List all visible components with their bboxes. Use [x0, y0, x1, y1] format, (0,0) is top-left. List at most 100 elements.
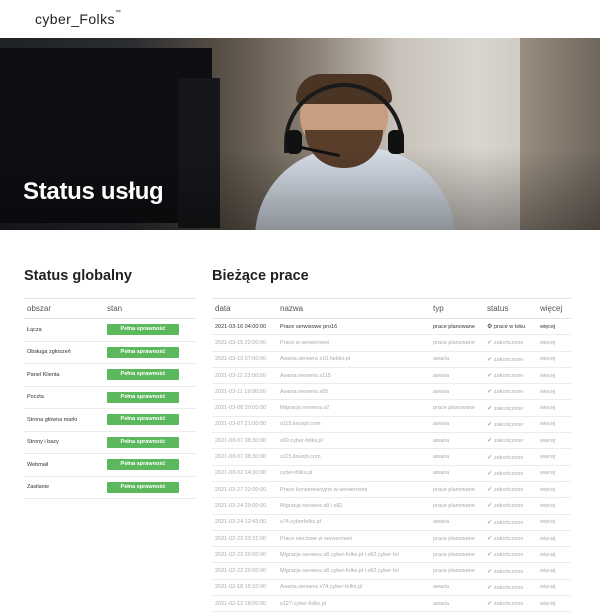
status-badge: Pełna sprawność: [107, 414, 179, 426]
global-status-table: obszar stan Łącza Pełna sprawność Obsługa …: [24, 298, 196, 499]
table-row: 2021-03-07 08:30:00 s115.linuxpl.com awari…: [212, 448, 571, 466]
more-link[interactable]: więcej: [537, 497, 571, 515]
work-type: awaria: [430, 514, 484, 531]
checkmark-icon: ✔: [487, 487, 493, 494]
work-name: Awaria serwera s74.cyber-folks.pl: [277, 579, 430, 597]
work-status: ✔zakończono: [484, 530, 537, 548]
work-status-label: zakończono: [494, 454, 524, 461]
work-date: 2021-03-07 08:30:00: [212, 432, 277, 450]
cyber-folks-logo[interactable]: cyber_Folks™: [35, 10, 122, 27]
work-name: s127.cyber-folks.pl: [277, 595, 430, 613]
state-cell: Pełna sprawność: [104, 386, 196, 409]
table-row: 2021-02-23 23:31:00 Prace sieciowe w serw…: [212, 530, 571, 548]
more-link[interactable]: więcej: [537, 383, 571, 401]
work-status-label: zakończono: [494, 470, 524, 477]
work-date: 2021-02-23 23:31:00: [212, 530, 277, 548]
work-type: awaria: [430, 448, 484, 466]
work-status-label: zakończono: [494, 340, 524, 347]
table-row: Zasilanie Pełna sprawność: [24, 476, 196, 499]
checkmark-icon: ✔: [487, 389, 493, 396]
area-name: Poczta: [24, 386, 104, 409]
work-status: ✔zakończono: [484, 351, 537, 368]
more-link[interactable]: więcej: [537, 399, 571, 417]
more-link[interactable]: więcej: [537, 595, 571, 613]
more-link[interactable]: więcej: [537, 334, 571, 352]
col-status-header: status: [484, 298, 537, 319]
state-cell: Pełna sprawność: [104, 318, 196, 342]
status-badge: Pełna sprawność: [107, 436, 179, 448]
more-link[interactable]: więcej: [537, 416, 571, 434]
work-status-label: zakończono: [494, 356, 524, 363]
state-cell: Pełna sprawność: [104, 431, 196, 454]
page-title: Status usług: [23, 178, 164, 205]
more-link[interactable]: więcej: [537, 530, 571, 548]
work-status: ✔zakończono: [484, 399, 537, 417]
table-row: 2021-03-02 14:30:00 cyber-folks.pl awaria ✔…: [212, 465, 571, 482]
work-date: 2021-02-23 20:00:00: [212, 546, 277, 564]
work-type: awaria: [430, 579, 484, 597]
table-row: 2021-03-15 22:00:00 Prace w serwerowni pra…: [212, 334, 571, 352]
table-row: 2021-02-12 18:00:00 s127.cyber-folks.pl aw…: [212, 595, 571, 613]
work-date: 2021-02-22 20:00:00: [212, 562, 277, 580]
work-name: Prace serwisowe pro16: [277, 318, 430, 336]
table-row: 2021-03-16 04:00:00 Prace serwisowe pro16…: [212, 318, 571, 336]
work-status: ✔zakończono: [484, 416, 537, 434]
work-status: ✔zakończono: [484, 579, 537, 597]
more-link[interactable]: więcej: [537, 562, 571, 580]
work-status-label: zakończono: [494, 519, 524, 526]
checkmark-icon: ✔: [487, 470, 493, 477]
more-link[interactable]: więcej: [537, 432, 571, 450]
work-type: prace planowane: [430, 562, 484, 580]
work-status-label: zakończono: [494, 536, 524, 542]
work-type: prace planowane: [430, 530, 484, 548]
more-link[interactable]: więcej: [537, 465, 571, 482]
work-name: Awaria serwera s115: [277, 367, 430, 385]
area-name: Strony i bazy: [24, 431, 104, 454]
more-link[interactable]: więcej: [537, 579, 571, 597]
work-type: awaria: [430, 465, 484, 482]
work-status: ✔zakończono: [484, 514, 537, 531]
checkmark-icon: ✔: [487, 454, 493, 461]
more-link[interactable]: więcej: [537, 514, 571, 531]
work-status: ✔zakończono: [484, 546, 537, 564]
checkmark-icon: ✔: [487, 438, 493, 445]
work-status-label: zakończono: [494, 389, 524, 396]
more-link[interactable]: więcej: [537, 546, 571, 564]
logo-text: cyber_Folks: [35, 11, 115, 27]
checkmark-icon: ✔: [487, 584, 493, 591]
more-link[interactable]: więcej: [537, 481, 571, 499]
work-status: ✔zakończono: [484, 562, 537, 580]
table-row: 2021-02-23 20:00:00 Migracja serwera s8.c…: [212, 546, 571, 564]
more-link[interactable]: więcej: [537, 448, 571, 466]
area-name: Obsługa zgłoszeń: [24, 341, 104, 364]
work-status-label: zakończono: [494, 568, 524, 575]
more-link[interactable]: więcej: [537, 367, 571, 385]
work-name: s74.cyberfolks.pl: [277, 514, 430, 531]
work-type: prace planowane: [430, 546, 484, 564]
more-link[interactable]: więcej: [537, 318, 571, 336]
work-type: awaria: [430, 432, 484, 450]
table-row: 2021-02-24 12:43:00 s74.cyberfolks.pl awar…: [212, 514, 571, 531]
more-link[interactable]: więcej: [537, 351, 571, 368]
col-type-header: typ: [430, 298, 484, 319]
global-status-body: Łącza Pełna sprawność Obsługa zgłoszeń Pełn…: [24, 318, 196, 499]
col-name-header: nazwa: [277, 298, 430, 319]
col-more-header: więcej: [537, 298, 571, 319]
state-cell: Pełna sprawność: [104, 453, 196, 477]
col-area-header: obszar: [24, 298, 104, 319]
work-status: ✔zakończono: [484, 497, 537, 515]
work-date: 2021-02-27 22:00:00: [212, 481, 277, 499]
work-date: 2021-02-18 15:10:00: [212, 579, 277, 597]
work-name: Migracja serwera s8 i s82: [277, 497, 430, 515]
work-status: ✔zakończono: [484, 334, 537, 352]
global-status-header-row: obszar stan: [24, 298, 196, 319]
work-type: prace planowane: [430, 318, 484, 336]
work-date: 2021-03-15 22:00:00: [212, 334, 277, 352]
trademark-mark: ™: [114, 10, 122, 16]
col-date-header: data: [212, 298, 277, 319]
work-status-label: zakończono: [494, 405, 524, 412]
area-name: Webmail: [24, 453, 104, 477]
state-cell: Pełna sprawność: [104, 408, 196, 432]
checkmark-icon: ✔: [487, 405, 493, 412]
checkmark-icon: ✔: [487, 421, 493, 428]
